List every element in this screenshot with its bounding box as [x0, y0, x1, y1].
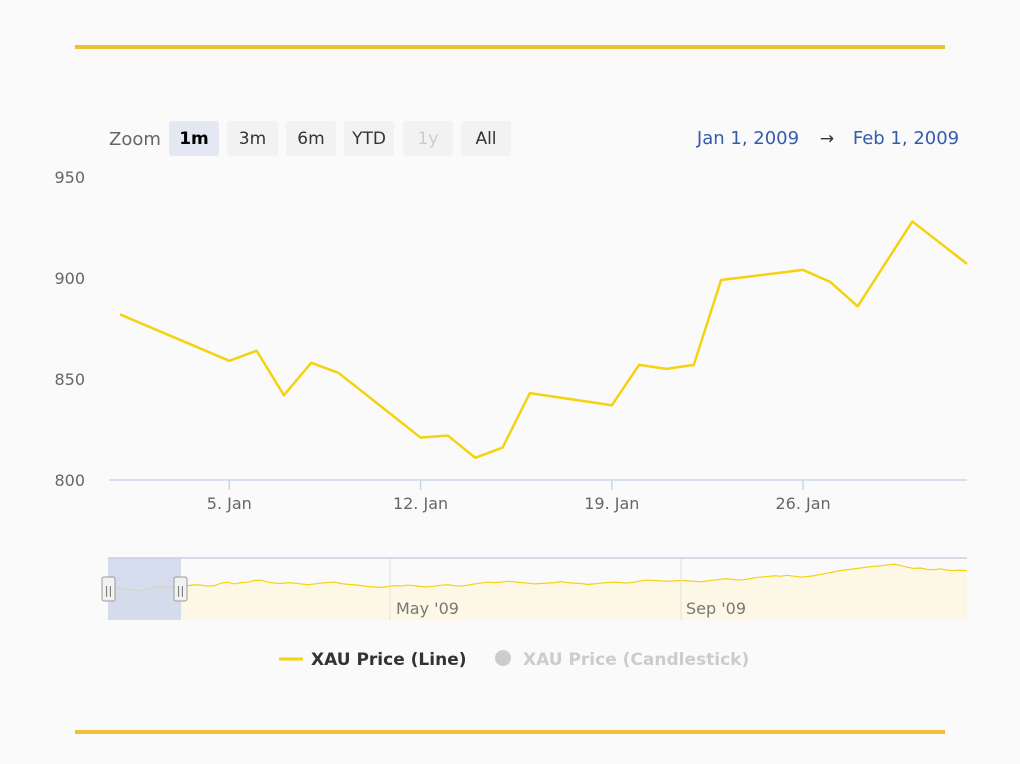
- xau-price-point[interactable]: [963, 260, 971, 268]
- xau-price-points: [116, 217, 971, 461]
- left-handle-grip-icon: ||: [105, 584, 112, 597]
- zoom-button-ytd[interactable]: YTD: [344, 121, 394, 156]
- xau-price-point[interactable]: [717, 276, 725, 284]
- y-axis: 800 850 900 950: [54, 168, 85, 490]
- zoom-button-6m[interactable]: 6m: [286, 121, 336, 156]
- xau-price-point[interactable]: [690, 361, 698, 369]
- zoom-button-3m[interactable]: 3m: [227, 121, 278, 156]
- navigator-tick-may: May '09: [396, 599, 459, 618]
- legend-item-candlestick[interactable]: XAU Price (Candlestick): [495, 650, 749, 670]
- xau-price-line[interactable]: [119, 220, 968, 460]
- navigator-selection-mask[interactable]: [108, 558, 181, 620]
- zoom-label: Zoom: [109, 129, 161, 150]
- xau-price-point[interactable]: [526, 389, 534, 397]
- xau-price-point[interactable]: [662, 365, 670, 373]
- xau-price-point[interactable]: [444, 432, 452, 440]
- xau-price-point[interactable]: [881, 260, 889, 268]
- range-from-date[interactable]: Jan 1, 2009: [696, 128, 799, 149]
- range-to-date[interactable]: Feb 1, 2009: [853, 128, 959, 149]
- x-tick-label: 12. Jan: [393, 494, 448, 513]
- zoom-button-label: 1m: [179, 129, 209, 149]
- xau-price-point[interactable]: [854, 302, 862, 310]
- legend-item-line[interactable]: XAU Price (Line): [279, 650, 467, 670]
- navigator-tick-sep: Sep '09: [686, 599, 746, 618]
- zoom-button-label: 3m: [239, 129, 266, 149]
- legend-label-candlestick: XAU Price (Candlestick): [523, 650, 749, 670]
- xau-price-point[interactable]: [335, 369, 343, 377]
- y-tick-label: 800: [54, 471, 85, 490]
- zoom-button-label: YTD: [351, 129, 386, 149]
- stock-chart: Zoom 1m 3m 6m YTD 1y All Jan 1, 2009 → Feb 1,…: [54, 121, 971, 670]
- zoom-button-label: 1y: [418, 129, 439, 149]
- xau-price-point[interactable]: [826, 278, 834, 286]
- x-tick-label: 26. Jan: [775, 494, 830, 513]
- xau-price-point[interactable]: [417, 434, 425, 442]
- zoom-button-all[interactable]: All: [461, 121, 511, 156]
- zoom-button-1m[interactable]: 1m: [169, 121, 219, 156]
- x-tick-label: 5. Jan: [207, 494, 252, 513]
- navigator[interactable]: May '09 Sep '09 || ||: [101, 557, 968, 620]
- x-tick-label: 19. Jan: [584, 494, 639, 513]
- legend-label-line: XAU Price (Line): [311, 650, 467, 670]
- xau-price-point[interactable]: [116, 310, 124, 318]
- xau-price-point[interactable]: [253, 347, 261, 355]
- xau-price-point[interactable]: [499, 444, 507, 452]
- zoom-button-label: 6m: [297, 129, 324, 149]
- xau-price-point[interactable]: [471, 454, 479, 462]
- zoom-button-1y: 1y: [403, 121, 453, 156]
- navigator-right-handle[interactable]: ||: [173, 576, 188, 602]
- navigator-left-handle[interactable]: ||: [101, 576, 116, 602]
- x-axis: 5. Jan 12. Jan 19. Jan 26. Jan: [207, 480, 831, 513]
- zoom-button-label: All: [475, 129, 496, 149]
- y-tick-label: 950: [54, 168, 85, 187]
- xau-price-point[interactable]: [280, 391, 288, 399]
- xau-price-point[interactable]: [608, 401, 616, 409]
- xau-price-point[interactable]: [307, 359, 315, 367]
- xau-price-point[interactable]: [635, 361, 643, 369]
- right-handle-grip-icon: ||: [177, 584, 184, 597]
- xau-price-point[interactable]: [908, 217, 916, 225]
- y-tick-label: 850: [54, 370, 85, 389]
- legend-candlestick-symbol-icon: [495, 650, 511, 666]
- range-arrow: →: [820, 129, 834, 149]
- xau-price-point[interactable]: [799, 266, 807, 274]
- y-tick-label: 900: [54, 269, 85, 288]
- zoom-buttons: 1m 3m 6m YTD 1y All: [169, 121, 511, 156]
- xau-price-point[interactable]: [225, 357, 233, 365]
